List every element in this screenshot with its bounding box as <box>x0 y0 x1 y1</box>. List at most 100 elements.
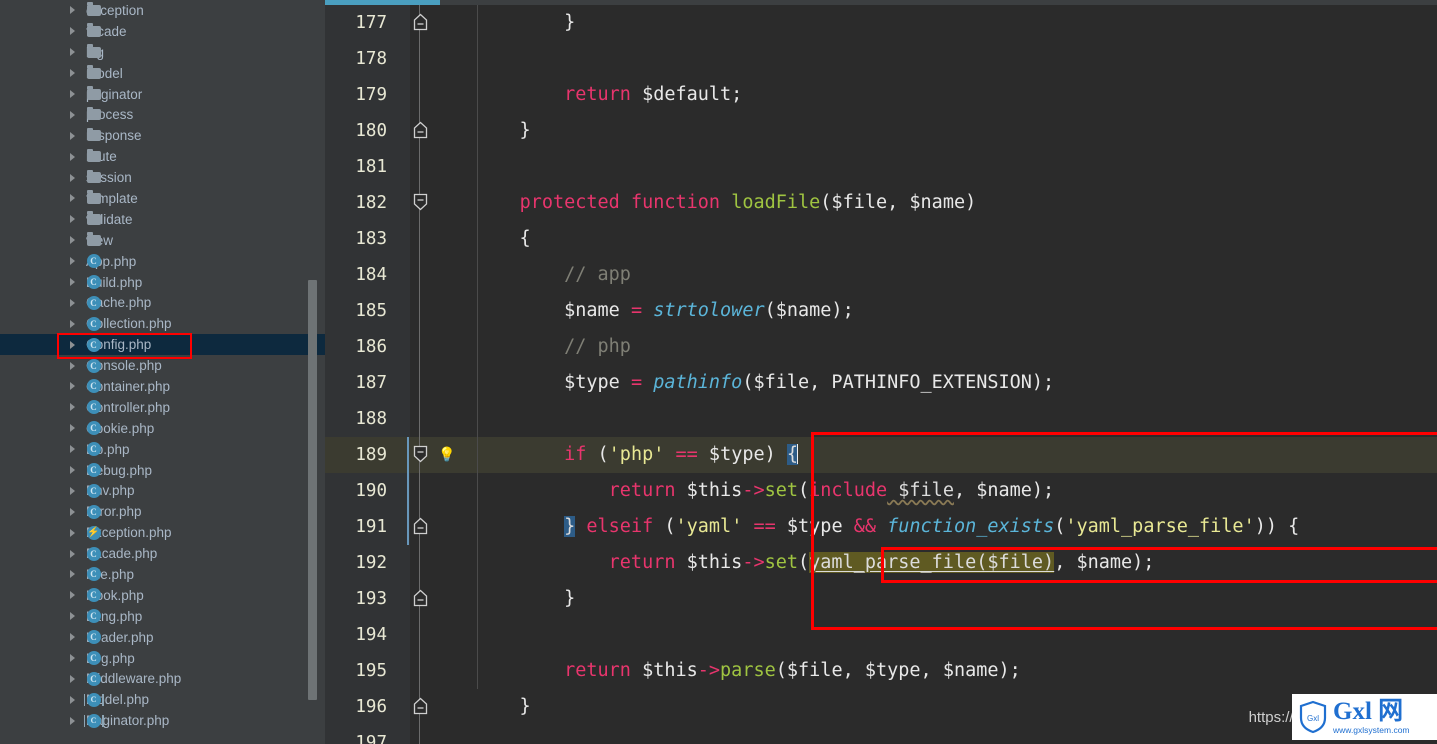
code-line-185[interactable]: 185 $name = strtolower($name); <box>325 293 1437 329</box>
vcs-change-marker[interactable] <box>407 473 409 509</box>
chevron-right-icon[interactable] <box>70 612 75 621</box>
tree-item-collection-php[interactable]: C Collection.php <box>0 313 325 334</box>
chevron-right-icon[interactable] <box>70 445 75 454</box>
vcs-change-marker[interactable] <box>407 509 409 545</box>
chevron-right-icon[interactable] <box>70 466 75 475</box>
sidebar-scrollbar[interactable] <box>308 280 317 700</box>
chevron-right-icon[interactable] <box>70 382 75 391</box>
tree-item-model-php[interactable]: C Model.php <box>0 689 325 710</box>
code-text[interactable]: return $this->set(yaml_parse_file($file)… <box>475 545 1154 581</box>
tree-item-middleware-php[interactable]: C Middleware.php <box>0 669 325 690</box>
tree-item-env-php[interactable]: C Env.php <box>0 480 325 501</box>
chevron-right-icon[interactable] <box>70 215 75 224</box>
code-line-178[interactable]: 178 <box>325 41 1437 77</box>
fold-gutter[interactable] <box>410 113 470 149</box>
fold-gutter[interactable] <box>410 41 470 77</box>
fold-toggle-icon[interactable] <box>413 193 428 211</box>
chevron-right-icon[interactable] <box>70 173 75 182</box>
fold-gutter[interactable] <box>410 221 470 257</box>
project-tree-panel[interactable]: exceptionfacadelogmodelpaginatorprocessr… <box>0 0 325 744</box>
chevron-right-icon[interactable] <box>70 48 75 57</box>
tree-item-loader-php[interactable]: C Loader.php <box>0 627 325 648</box>
chevron-right-icon[interactable] <box>70 110 75 119</box>
tree-item-template[interactable]: template <box>0 188 325 209</box>
tree-item-controller-php[interactable]: C Controller.php <box>0 397 325 418</box>
code-line-183[interactable]: 183 { <box>325 221 1437 257</box>
code-editor[interactable]: 177 } 178 179 return $default; 180 } 181 182 … <box>325 0 1437 744</box>
chevron-right-icon[interactable] <box>70 528 75 537</box>
fold-gutter[interactable] <box>410 293 470 329</box>
tree-item-config-php[interactable]: C Config.php <box>0 333 325 360</box>
code-line-190[interactable]: 190 return $this->set(include $file, $na… <box>325 473 1437 509</box>
chevron-right-icon[interactable] <box>70 340 75 349</box>
code-text[interactable]: return $this->set(include $file, $name); <box>475 473 1055 509</box>
chevron-right-icon[interactable] <box>70 716 75 725</box>
code-text[interactable]: protected function loadFile($file, $name… <box>475 185 977 221</box>
code-line-195[interactable]: 195 return $this->parse($file, $type, $n… <box>325 653 1437 689</box>
fold-gutter[interactable] <box>410 257 470 293</box>
code-text[interactable]: } <box>475 581 575 617</box>
code-line-186[interactable]: 186 // php <box>325 329 1437 365</box>
code-line-191[interactable]: 191 } elseif ('yaml' == $type && functio… <box>325 509 1437 545</box>
fold-gutter[interactable] <box>410 617 470 653</box>
chevron-right-icon[interactable] <box>70 486 75 495</box>
chevron-right-icon[interactable] <box>70 507 75 516</box>
tree-item-error-php[interactable]: C Error.php <box>0 501 325 522</box>
fold-toggle-icon[interactable] <box>413 13 428 31</box>
chevron-right-icon[interactable] <box>70 319 75 328</box>
fold-gutter[interactable] <box>410 5 470 41</box>
tree-item-view[interactable]: view <box>0 230 325 251</box>
tree-item-paginator[interactable]: paginator <box>0 84 325 105</box>
tree-item-hook-php[interactable]: C Hook.php <box>0 585 325 606</box>
tree-item-paginator-php[interactable]: C Paginator.php <box>0 710 325 731</box>
tree-item-model[interactable]: model <box>0 63 325 84</box>
chevron-right-icon[interactable] <box>70 298 75 307</box>
fold-gutter[interactable] <box>410 545 470 581</box>
chevron-right-icon[interactable] <box>70 131 75 140</box>
tree-item-facade-php[interactable]: C Facade.php <box>0 543 325 564</box>
chevron-right-icon[interactable] <box>70 69 75 78</box>
fold-toggle-icon[interactable] <box>413 445 428 463</box>
code-line-184[interactable]: 184 // app <box>325 257 1437 293</box>
code-text[interactable]: } <box>475 5 575 41</box>
chevron-right-icon[interactable] <box>70 361 75 370</box>
fold-gutter[interactable] <box>410 185 470 221</box>
chevron-right-icon[interactable] <box>70 90 75 98</box>
code-line-192[interactable]: 192 return $this->set(yaml_parse_file($f… <box>325 545 1437 581</box>
fold-toggle-icon[interactable] <box>413 121 428 139</box>
code-line-194[interactable]: 194 <box>325 617 1437 653</box>
code-text[interactable]: return $this->parse($file, $type, $name)… <box>475 653 1021 689</box>
fold-gutter[interactable] <box>410 365 470 401</box>
code-line-189[interactable]: 189 💡 if ('php' == $type) { <box>325 437 1437 473</box>
fold-gutter[interactable] <box>410 653 470 689</box>
chevron-right-icon[interactable] <box>70 654 75 663</box>
tree-item-facade[interactable]: facade <box>0 21 325 42</box>
chevron-right-icon[interactable] <box>70 591 75 600</box>
tree-item-file-php[interactable]: C File.php <box>0 564 325 585</box>
chevron-right-icon[interactable] <box>70 549 75 558</box>
fold-toggle-icon[interactable] <box>413 589 428 607</box>
code-text[interactable]: $name = strtolower($name); <box>475 293 854 329</box>
code-text[interactable]: $type = pathinfo($file, PATHINFO_EXTENSI… <box>475 365 1054 401</box>
fold-gutter[interactable] <box>410 77 470 113</box>
code-text[interactable]: return $default; <box>475 77 742 113</box>
chevron-right-icon[interactable] <box>70 236 75 245</box>
project-tree-list[interactable]: exceptionfacadelogmodelpaginatorprocessr… <box>0 0 325 731</box>
code-line-181[interactable]: 181 <box>325 149 1437 185</box>
fold-gutter[interactable] <box>410 689 470 725</box>
chevron-right-icon[interactable] <box>70 152 75 161</box>
code-line-187[interactable]: 187 $type = pathinfo($file, PATHINFO_EXT… <box>325 365 1437 401</box>
fold-gutter[interactable]: 💡 <box>410 437 470 473</box>
code-text[interactable]: { <box>475 221 531 257</box>
code-line-182[interactable]: 182 protected function loadFile($file, $… <box>325 185 1437 221</box>
tree-item-build-php[interactable]: C Build.php <box>0 272 325 293</box>
code-text[interactable]: // php <box>475 329 631 365</box>
fold-gutter[interactable] <box>410 329 470 365</box>
fold-gutter[interactable] <box>410 581 470 617</box>
chevron-right-icon[interactable] <box>70 194 75 203</box>
fold-toggle-icon[interactable] <box>413 517 428 535</box>
chevron-right-icon[interactable] <box>70 570 75 579</box>
tree-item-console-php[interactable]: C Console.php <box>0 355 325 376</box>
tree-item-lang-php[interactable]: C Lang.php <box>0 606 325 627</box>
tree-item-container-php[interactable]: C Container.php <box>0 376 325 397</box>
